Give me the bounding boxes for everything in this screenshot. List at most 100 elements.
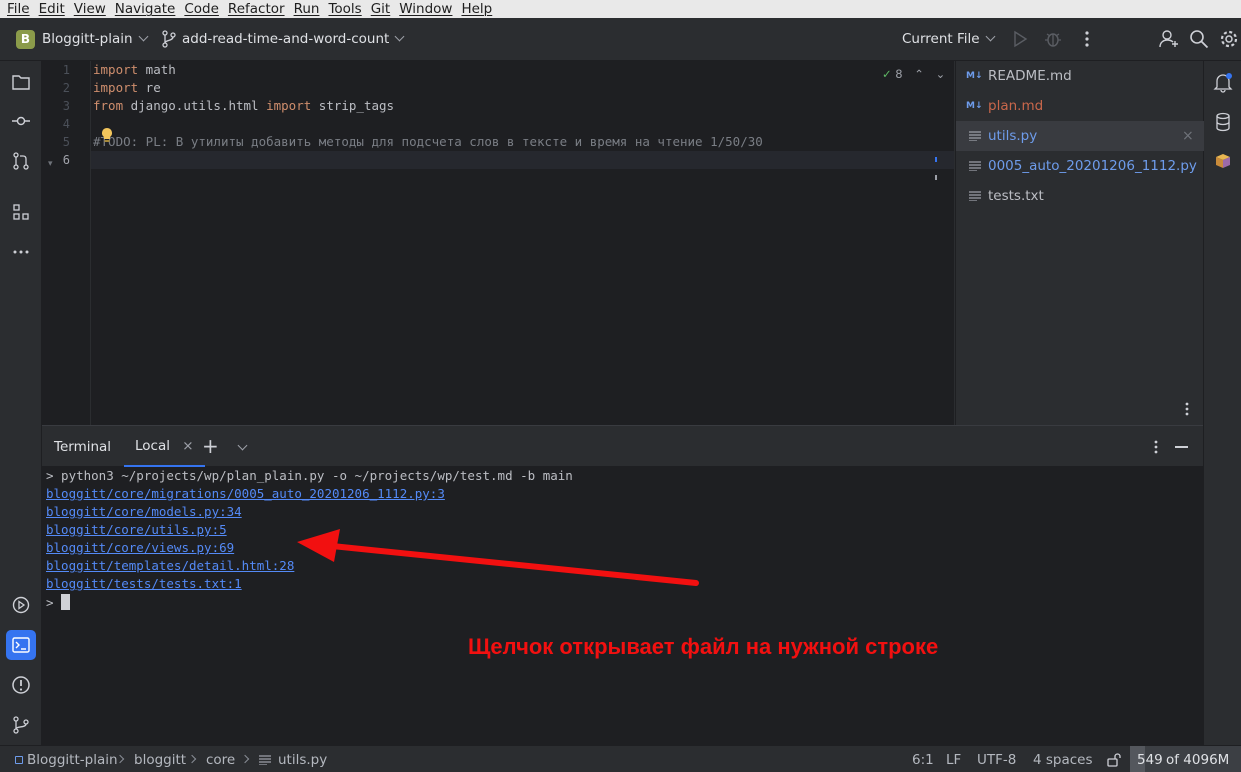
chevron-up-icon[interactable]: ⌃ bbox=[914, 67, 924, 81]
pull-request-icon[interactable] bbox=[10, 150, 32, 172]
plus-icon[interactable]: + bbox=[202, 434, 219, 458]
minimize-icon[interactable] bbox=[1175, 446, 1188, 448]
file-item-plan[interactable]: M↓ plan.md bbox=[956, 91, 1204, 121]
annotation-arrow bbox=[297, 529, 699, 586]
inspection-widget[interactable]: ✓ 8 ⌃ ⌄ bbox=[882, 67, 945, 81]
terminal-file-link[interactable]: bloggitt/core/utils.py:5 bbox=[46, 522, 227, 537]
menu-code[interactable]: Code bbox=[181, 0, 222, 18]
structure-icon[interactable] bbox=[10, 201, 32, 223]
notifications-icon[interactable] bbox=[1212, 71, 1234, 93]
more-vertical-icon[interactable] bbox=[1147, 438, 1165, 456]
terminal-file-link[interactable]: bloggitt/tests/tests.txt:1 bbox=[46, 576, 242, 591]
memory-indicator[interactable]: 549 of 4096M bbox=[1130, 746, 1241, 772]
database-icon[interactable] bbox=[1212, 111, 1234, 133]
run-config-selector[interactable]: Current File bbox=[902, 31, 996, 47]
chevron-down-icon bbox=[394, 31, 405, 42]
fold-marker-icon: ▾ bbox=[48, 159, 53, 169]
more-vertical-icon[interactable] bbox=[1076, 28, 1098, 50]
line-separator[interactable]: LF bbox=[946, 752, 961, 768]
module-icon bbox=[15, 756, 23, 764]
project-selector[interactable]: Bloggitt-plain bbox=[42, 31, 148, 47]
code-line-3: from django.utils.html import strip_tags bbox=[93, 98, 395, 113]
breadcrumb-folder[interactable]: bloggitt bbox=[134, 752, 186, 768]
terminal-file-link[interactable]: bloggitt/templates/detail.html:28 bbox=[46, 558, 294, 573]
markdown-icon: M↓ bbox=[966, 101, 983, 111]
file-name: README.md bbox=[988, 68, 1072, 84]
chevron-down-icon bbox=[985, 31, 996, 42]
debug-icon[interactable] bbox=[1042, 28, 1064, 50]
line-number: 6 bbox=[62, 153, 70, 167]
annotation-text: Щелчок открывает файл на нужной строке bbox=[468, 634, 939, 659]
menu-bar: File Edit View Navigate Code Refactor Ru… bbox=[0, 0, 1241, 18]
terminal-file-link[interactable]: bloggitt/core/models.py:34 bbox=[46, 504, 242, 519]
branch-selector[interactable]: add-read-time-and-word-count bbox=[182, 31, 405, 47]
markdown-icon: M↓ bbox=[966, 71, 983, 81]
menu-window[interactable]: Window bbox=[396, 0, 455, 18]
left-tool-strip bbox=[0, 61, 42, 745]
file-name: tests.txt bbox=[988, 188, 1044, 204]
text-file-icon bbox=[969, 131, 981, 141]
terminal-tool-button[interactable] bbox=[6, 630, 36, 660]
gear-icon[interactable] bbox=[1218, 28, 1240, 50]
menu-edit[interactable]: Edit bbox=[36, 0, 68, 18]
recent-files-panel: M↓ README.md M↓ plan.md utils.py × 0005_… bbox=[955, 61, 1204, 425]
folder-icon[interactable] bbox=[10, 71, 32, 93]
menu-refactor[interactable]: Refactor bbox=[225, 0, 288, 18]
commit-icon[interactable] bbox=[10, 110, 32, 132]
chevron-down-icon[interactable] bbox=[237, 440, 248, 451]
add-user-icon[interactable] bbox=[1158, 28, 1180, 50]
file-encoding[interactable]: UTF-8 bbox=[977, 752, 1016, 768]
project-name: Bloggitt-plain bbox=[42, 31, 133, 47]
indent-setting[interactable]: 4 spaces bbox=[1033, 752, 1093, 768]
python-packages-icon[interactable] bbox=[1212, 150, 1234, 172]
file-item-readme[interactable]: M↓ README.md bbox=[956, 61, 1204, 91]
line-number: 3 bbox=[62, 99, 70, 113]
file-item-utils[interactable]: utils.py × bbox=[956, 121, 1204, 151]
project-badge[interactable]: B bbox=[16, 30, 35, 49]
lightbulb-icon[interactable] bbox=[100, 127, 114, 143]
run-icon[interactable] bbox=[1009, 28, 1031, 50]
file-item-migration[interactable]: 0005_auto_20201206_1112.py bbox=[956, 151, 1204, 181]
code-editor[interactable]: 1 2 3 4 5 6 ▾ import math import re from… bbox=[42, 61, 954, 425]
services-icon[interactable] bbox=[10, 594, 32, 616]
search-icon[interactable] bbox=[1188, 28, 1210, 50]
menu-navigate[interactable]: Navigate bbox=[112, 0, 179, 18]
breadcrumb-folder[interactable]: core bbox=[206, 752, 235, 768]
file-name: 0005_auto_20201206_1112.py bbox=[988, 158, 1197, 174]
terminal-command: > python3 ~/projects/wp/plan_plain.py -o… bbox=[46, 468, 573, 483]
terminal-file-link[interactable]: bloggitt/core/views.py:69 bbox=[46, 540, 234, 555]
terminal-prompt[interactable]: > bbox=[46, 594, 71, 610]
menu-help[interactable]: Help bbox=[458, 0, 495, 18]
run-config-label: Current File bbox=[902, 31, 980, 47]
terminal-icon bbox=[12, 637, 30, 653]
breadcrumb-project[interactable]: Bloggitt-plain bbox=[27, 752, 118, 768]
line-gutter: 1 2 3 4 5 6 ▾ bbox=[42, 61, 91, 425]
chevron-down-icon bbox=[138, 31, 148, 42]
branch-name: add-read-time-and-word-count bbox=[182, 31, 390, 47]
caret-position[interactable]: 6:1 bbox=[912, 752, 934, 768]
text-cursor bbox=[61, 594, 71, 610]
menu-file[interactable]: File bbox=[4, 0, 33, 18]
close-icon[interactable]: × bbox=[1182, 121, 1194, 151]
git-icon[interactable] bbox=[10, 714, 32, 736]
line-number: 2 bbox=[62, 81, 70, 95]
tab-local[interactable]: Local × bbox=[124, 426, 205, 467]
menu-git[interactable]: Git bbox=[368, 0, 394, 18]
more-vertical-icon[interactable] bbox=[1178, 400, 1196, 418]
more-horizontal-icon[interactable] bbox=[10, 241, 32, 263]
line-number: 4 bbox=[62, 117, 70, 131]
status-bar: Bloggitt-plain bloggitt core utils.py 6:… bbox=[0, 745, 1241, 772]
menu-run[interactable]: Run bbox=[291, 0, 323, 18]
terminal-file-link[interactable]: bloggitt/core/migrations/0005_auto_20201… bbox=[46, 486, 445, 501]
code-line-1: import math bbox=[93, 62, 176, 77]
problems-icon[interactable] bbox=[10, 674, 32, 696]
chevron-down-icon[interactable]: ⌄ bbox=[936, 67, 946, 81]
menu-view[interactable]: View bbox=[71, 0, 109, 18]
breadcrumb-file[interactable]: utils.py bbox=[278, 752, 327, 768]
terminal-title: Terminal bbox=[54, 439, 112, 455]
unlock-icon[interactable] bbox=[1106, 752, 1122, 768]
close-icon[interactable]: × bbox=[182, 438, 193, 454]
menu-tools[interactable]: Tools bbox=[325, 0, 364, 18]
scroll-marker bbox=[935, 175, 937, 180]
file-item-tests[interactable]: tests.txt bbox=[956, 181, 1204, 211]
